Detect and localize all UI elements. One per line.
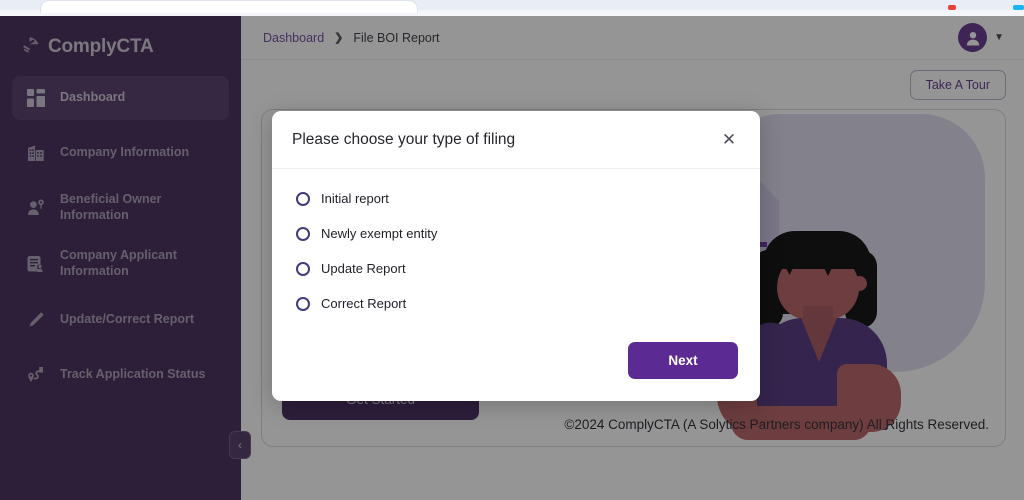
radio-circle-icon bbox=[296, 261, 310, 276]
close-icon[interactable]: ✕ bbox=[718, 129, 740, 151]
browser-tab[interactable] bbox=[40, 0, 418, 13]
radio-option-label: Correct Report bbox=[321, 296, 407, 311]
modal-header: Please choose your type of filing ✕ bbox=[272, 111, 760, 169]
radio-option-correct-report[interactable]: Correct Report bbox=[296, 296, 740, 311]
filing-type-modal: Please choose your type of filing ✕ Init… bbox=[272, 111, 760, 401]
radio-option-initial-report[interactable]: Initial report bbox=[296, 191, 740, 206]
browser-extension-icon-red[interactable] bbox=[948, 5, 956, 10]
app-root: ComplyCTA Dashboard Company Information … bbox=[0, 16, 1024, 500]
browser-extension-icon-blue[interactable] bbox=[1013, 5, 1024, 10]
radio-option-label: Update Report bbox=[321, 261, 406, 276]
radio-option-newly-exempt-entity[interactable]: Newly exempt entity bbox=[296, 226, 740, 241]
radio-circle-icon bbox=[296, 226, 310, 241]
next-button[interactable]: Next bbox=[628, 342, 738, 379]
radio-option-update-report[interactable]: Update Report bbox=[296, 261, 740, 276]
modal-footer: Next bbox=[272, 342, 760, 401]
modal-title: Please choose your type of filing bbox=[292, 130, 516, 148]
radio-option-label: Initial report bbox=[321, 191, 389, 206]
radio-option-label: Newly exempt entity bbox=[321, 226, 438, 241]
radio-circle-icon bbox=[296, 296, 310, 311]
browser-chrome bbox=[0, 0, 1024, 16]
modal-body: Initial report Newly exempt entity Updat… bbox=[272, 169, 760, 342]
radio-circle-icon bbox=[296, 191, 310, 206]
